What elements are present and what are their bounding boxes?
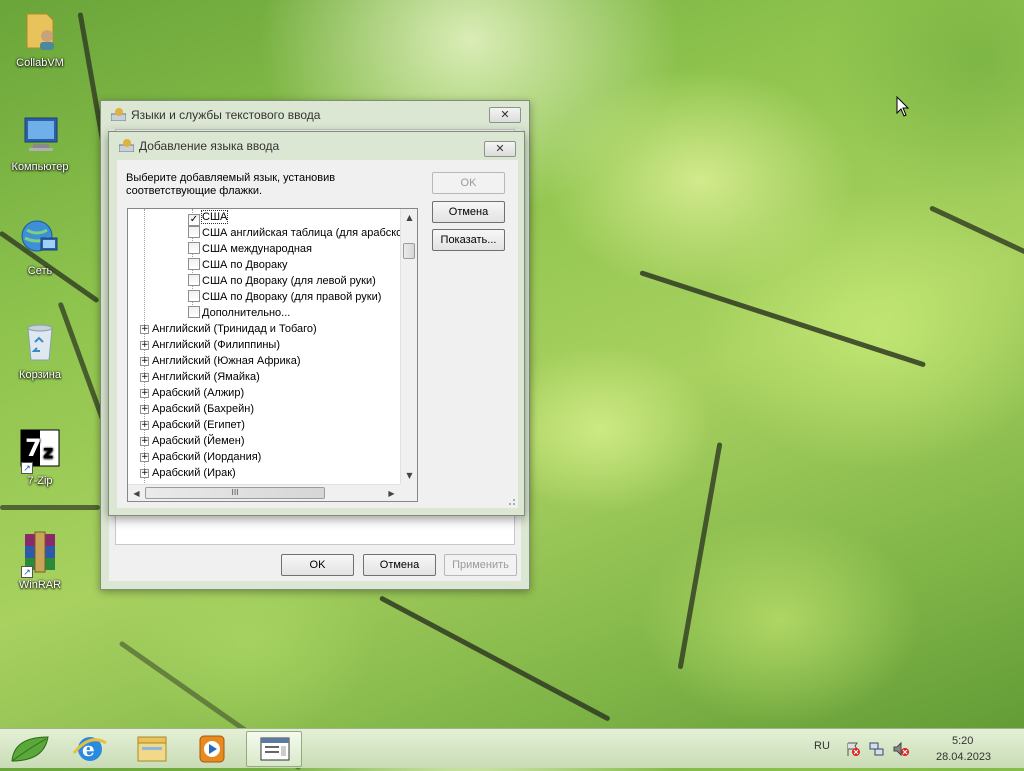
vertical-scroll-thumb[interactable]: [403, 243, 415, 259]
tree-item-more[interactable]: Дополнительно...: [188, 305, 290, 321]
checkbox[interactable]: [188, 242, 200, 254]
recycle-bin-icon: [17, 320, 63, 366]
shortcut-arrow-icon: ↗: [21, 566, 33, 578]
scrollbar-corner: [400, 484, 417, 501]
mouse-cursor-icon: [896, 96, 910, 117]
expand-icon[interactable]: +: [140, 325, 149, 334]
checkbox[interactable]: [188, 306, 200, 318]
add-language-ok-button[interactable]: OK: [432, 172, 505, 194]
add-language-close-button[interactable]: ✕: [484, 141, 516, 157]
scroll-right-arrow-icon[interactable]: ▶: [383, 485, 400, 501]
scroll-up-arrow-icon[interactable]: ▲: [401, 209, 417, 226]
taskbar: e RU 5:20 28.04.2023: [0, 728, 1024, 768]
resize-grip-icon[interactable]: [506, 496, 516, 506]
taskbar-internet-explorer[interactable]: e: [62, 731, 118, 767]
add-input-language-dialog: Добавление языка ввода ✕ Выберите добавл…: [108, 131, 525, 516]
svg-text:7: 7: [25, 434, 42, 462]
tree-item-language[interactable]: Английский (Филиппины): [152, 337, 280, 353]
expand-icon[interactable]: +: [140, 405, 149, 414]
tree-item-language[interactable]: Арабский (Бахрейн): [152, 401, 254, 417]
tree-item-language[interactable]: Арабский (Йемен): [152, 433, 245, 449]
tree-item-layout[interactable]: США по Двораку (для правой руки): [188, 289, 381, 305]
sevenzip-icon: 7 z ↗: [17, 426, 63, 474]
tree-item-language[interactable]: Английский (Южная Африка): [152, 353, 301, 369]
media-player-icon: [199, 735, 225, 763]
tree-item-language[interactable]: Английский (Ямайка): [152, 369, 260, 385]
dialog-window-icon: [260, 737, 290, 761]
keyboard-globe-icon: [119, 139, 134, 152]
expand-icon[interactable]: +: [140, 373, 149, 382]
text-services-titlebar[interactable]: Языки и службы текстового ввода ✕: [101, 101, 529, 129]
computer-icon: [17, 112, 63, 158]
tree-item-layout[interactable]: США по Двораку (для левой руки): [188, 273, 376, 289]
outer-cancel-button[interactable]: Отмена: [363, 554, 436, 576]
text-services-title: Языки и службы текстового ввода: [131, 108, 321, 122]
expand-icon[interactable]: +: [140, 437, 149, 446]
action-center-flag-icon[interactable]: [845, 741, 861, 757]
tree-item-layout[interactable]: США английская таблица (для арабской: [188, 225, 408, 241]
leaf-icon: [11, 736, 49, 762]
taskbar-file-explorer[interactable]: [124, 731, 180, 767]
outer-ok-button[interactable]: OK: [281, 554, 354, 576]
checkbox[interactable]: [188, 258, 200, 270]
tree-vertical-scrollbar[interactable]: ▲ ▼: [400, 209, 417, 484]
expand-icon[interactable]: +: [140, 469, 149, 478]
tree-item-language[interactable]: Арабский (Египет): [152, 417, 245, 433]
add-language-cancel-button[interactable]: Отмена: [432, 201, 505, 223]
desktop-icon-collabvm[interactable]: CollabVM: [4, 8, 76, 69]
outer-apply-button[interactable]: Применить: [444, 554, 517, 576]
language-tree[interactable]: ✓ США США английская таблица (для арабско…: [127, 208, 418, 502]
tree-item-language[interactable]: Арабский (Ирак): [152, 465, 236, 481]
desktop-icon-7zip[interactable]: 7 z ↗ 7-Zip: [4, 426, 76, 487]
network-globe-icon: [17, 216, 63, 262]
checkbox[interactable]: [188, 290, 200, 302]
keyboard-globe-icon: [111, 108, 126, 121]
clock-date[interactable]: 28.04.2023: [936, 751, 991, 763]
tree-item-language[interactable]: Английский (Тринидад и Тобаго): [152, 321, 317, 337]
add-language-titlebar[interactable]: Добавление языка ввода ✕: [109, 132, 524, 160]
volume-muted-icon[interactable]: [893, 741, 909, 757]
winrar-icon: ↗: [17, 530, 63, 578]
expand-icon[interactable]: +: [140, 341, 149, 350]
language-indicator[interactable]: RU: [814, 740, 830, 752]
desktop-icon-recycle-bin[interactable]: Корзина: [4, 320, 76, 381]
horizontal-scroll-thumb[interactable]: III: [145, 487, 325, 499]
tree-item-language[interactable]: Арабский (Иордания): [152, 449, 261, 465]
desktop-icon-network[interactable]: Сеть: [4, 216, 76, 277]
tree-item-layout[interactable]: США по Двораку: [188, 257, 288, 273]
tree-item-layout-us[interactable]: ✓ США: [188, 209, 229, 226]
text-services-close-button[interactable]: ✕: [489, 107, 521, 123]
user-folder-icon: [17, 8, 63, 54]
desktop-icon-computer[interactable]: Компьютер: [4, 112, 76, 173]
checkbox[interactable]: [188, 274, 200, 286]
checkbox[interactable]: [188, 226, 200, 238]
clock-time[interactable]: 5:20: [952, 735, 973, 747]
expand-icon[interactable]: +: [140, 421, 149, 430]
tree-item-layout[interactable]: США международная: [188, 241, 312, 257]
tree-horizontal-scrollbar[interactable]: ◀ III ▶: [128, 484, 400, 501]
network-icon[interactable]: [869, 741, 885, 757]
ie-icon: e: [72, 737, 107, 761]
taskbar-language-dialog[interactable]: [246, 731, 302, 767]
start-button[interactable]: [2, 731, 58, 767]
desktop-icon-winrar[interactable]: ↗ WinRAR: [4, 530, 76, 591]
scroll-down-arrow-icon[interactable]: ▼: [401, 467, 417, 484]
tree-item-language[interactable]: Арабский (Алжир): [152, 385, 244, 401]
folder-icon: [137, 736, 167, 762]
scroll-left-arrow-icon[interactable]: ◀: [128, 485, 145, 501]
expand-icon[interactable]: +: [140, 453, 149, 462]
instruction-text: Выберите добавляемый язык, установив соо…: [126, 172, 336, 197]
svg-text:z: z: [43, 442, 53, 463]
taskbar-media-player[interactable]: [184, 731, 240, 767]
shortcut-arrow-icon: ↗: [21, 462, 33, 474]
expand-icon[interactable]: +: [140, 357, 149, 366]
add-language-title: Добавление языка ввода: [139, 139, 280, 153]
expand-icon[interactable]: +: [140, 389, 149, 398]
preview-button[interactable]: Показать...: [432, 229, 505, 251]
